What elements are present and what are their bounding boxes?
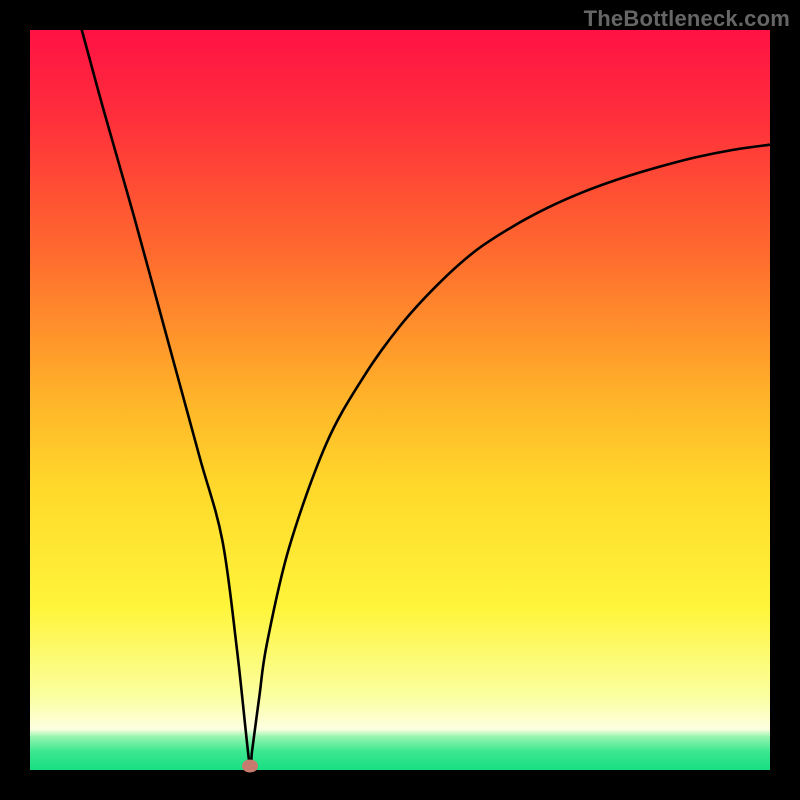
- bottleneck-curve: [30, 30, 770, 770]
- plot-area: [30, 30, 770, 770]
- watermark-text: TheBottleneck.com: [584, 6, 790, 32]
- minimum-marker: [242, 760, 258, 773]
- chart-stage: TheBottleneck.com: [0, 0, 800, 800]
